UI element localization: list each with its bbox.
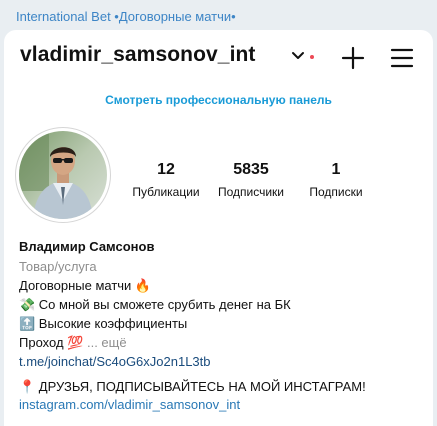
bio-line-1: Договорные матчи 🔥 <box>19 278 152 293</box>
create-post-button[interactable] <box>341 46 365 70</box>
followers-label: Подписчики <box>217 185 284 199</box>
telegram-link[interactable]: t.me/joinchat/Sc4oG6xJo2n1L3tb <box>19 352 429 371</box>
more-link[interactable]: ... ещё <box>87 335 127 350</box>
following-label: Подписки <box>309 185 363 199</box>
followers-count: 5835 <box>233 161 269 178</box>
profile-bio: Владимир Самсонов Товар/услуга Договорны… <box>19 237 429 414</box>
profile-username[interactable]: vladimir_samsonov_int <box>20 43 256 67</box>
stat-posts[interactable]: 12 Публикации <box>126 161 206 199</box>
bio-line-4: Проход 💯 ... ещё <box>19 333 429 352</box>
following-count: 1 <box>331 161 341 178</box>
notification-dot <box>310 55 314 59</box>
avatar[interactable] <box>15 127 111 223</box>
professional-dashboard-link[interactable]: Смотреть профессиональную панель <box>4 93 433 107</box>
category-label: Товар/услуга <box>19 259 97 274</box>
bio-line-6: 📍 ДРУЗЬЯ, ПОДПИСЫВАЙТЕСЬ НА МОЙ ИНСТАГРА… <box>19 379 366 394</box>
posts-label: Публикации <box>132 185 200 199</box>
bio-line-4-text: Проход 💯 <box>19 335 84 350</box>
bio-line-2: 💸 Со мной вы сможете срубить денег на БК <box>19 297 291 312</box>
display-name: Владимир Самсонов <box>19 239 155 254</box>
channel-title[interactable]: International Bet •Договорные матчи• <box>16 9 236 24</box>
website-link[interactable]: instagram.com/vladimir_samsonov_int <box>19 396 429 414</box>
stat-followers[interactable]: 5835 Подписчики <box>211 161 291 199</box>
bio-line-3: 🔝 Высокие коэффициенты <box>19 316 188 331</box>
person-photo-icon <box>19 131 107 219</box>
profile-card: vladimir_samsonov_int Смотреть профессио… <box>4 30 433 426</box>
chevron-down-icon[interactable] <box>291 51 305 61</box>
posts-count: 12 <box>157 161 175 178</box>
channel-header: International Bet •Договорные матчи• <box>0 0 437 34</box>
hamburger-menu-icon[interactable] <box>390 47 414 69</box>
screenshot-frame: International Bet •Договорные матчи• vla… <box>0 0 437 426</box>
stat-following[interactable]: 1 Подписки <box>296 161 376 199</box>
